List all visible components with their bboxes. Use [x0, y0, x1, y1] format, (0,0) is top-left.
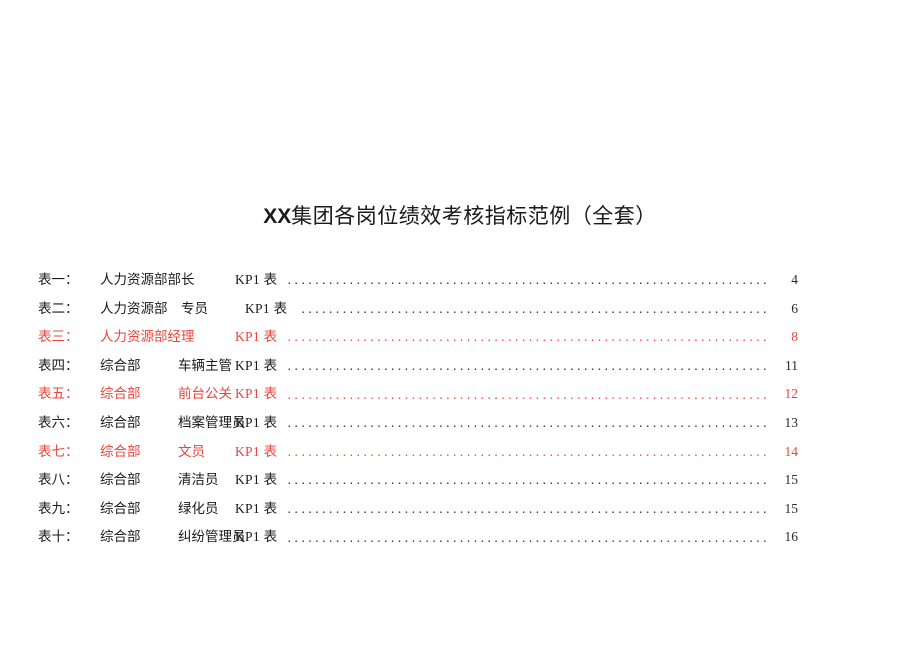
toc-entry[interactable]: 表八： 综合部 清洁员 KP1 表..........................…: [38, 466, 798, 495]
toc-entry-department: 人力资源部 专员: [100, 300, 208, 316]
toc-entry-label: 表八：: [38, 472, 79, 488]
toc-entry-page-number: 15: [784, 472, 799, 488]
toc-entry-page-number: 4: [791, 272, 798, 287]
toc-dot-leader: ........................................…: [287, 358, 767, 374]
toc-dot-leader: ........................................…: [287, 386, 767, 402]
toc-entry-kpi-label: KP1 表: [235, 529, 278, 545]
toc-entry-position: 清洁员: [178, 472, 219, 488]
toc-dot-leader: ........................................…: [287, 272, 767, 288]
toc-entry-position: 前台公关: [178, 386, 232, 402]
toc-dot-leader: ........................................…: [287, 472, 767, 488]
toc-entry-kpi-label: KP1 表: [235, 472, 278, 488]
toc-entry-kpi-label: KP1 表: [245, 300, 288, 316]
toc-entry-page-number: 6: [791, 300, 798, 316]
toc-entry-kpi-label: KP1 表: [235, 272, 278, 287]
toc-entry-label: 表九：: [38, 500, 79, 516]
toc-entry-department: 综合部: [100, 414, 141, 430]
toc-entry-kpi-label: KP1 表: [235, 386, 278, 402]
toc-entry[interactable]: 表九： 综合部 绿化员 KP1 表..........................…: [38, 495, 798, 524]
toc-entry[interactable]: 表一： 人力资源部部长 KP1 表.........................…: [38, 266, 798, 295]
toc-entry-position: 绿化员: [178, 500, 219, 516]
toc-entry-page-number: 12: [784, 386, 799, 402]
toc-entry-label: 表一：: [38, 272, 79, 287]
toc-dot-leader: ........................................…: [287, 501, 767, 517]
toc-entry-kpi-label: KP1 表: [235, 414, 278, 430]
toc-dot-leader: ........................................…: [287, 443, 767, 459]
toc-dot-leader: ........................................…: [287, 415, 767, 431]
toc-entry[interactable]: 表二： 人力资源部 专员 KP1 表........................…: [38, 295, 798, 324]
toc-entry-label: 表七：: [38, 443, 79, 459]
toc-entry-department: 综合部: [100, 529, 141, 545]
table-of-contents: 表一： 人力资源部部长 KP1 表.........................…: [38, 266, 798, 552]
toc-entry-kpi-label: KP1 表: [235, 500, 278, 516]
toc-entry-page-number: 14: [784, 443, 799, 459]
toc-dot-leader: ........................................…: [287, 529, 767, 545]
toc-entry[interactable]: 表十： 综合部 纠纷管理员 KP1 表........................…: [38, 523, 798, 552]
toc-entry-label: 表五：: [38, 386, 79, 402]
toc-entry-label: 表四：: [38, 357, 79, 373]
document-page: XX集团各岗位绩效考核指标范例（全套） 表一： 人力资源部部长 KP1 表.....…: [0, 0, 920, 651]
toc-entry-label: 表二：: [38, 300, 79, 316]
toc-entry[interactable]: 表七： 综合部 文员 KP1 表...........................…: [38, 438, 798, 467]
toc-entry-label: 表十：: [38, 529, 79, 545]
toc-entry[interactable]: 表四： 综合部 车辆主管 KP1 表.........................…: [38, 352, 798, 381]
toc-entry-position: 车辆主管: [178, 357, 232, 373]
toc-entry-department: 人力资源部经理: [100, 329, 195, 345]
toc-entry-department: 综合部: [100, 500, 141, 516]
toc-entry[interactable]: 表五： 综合部 前台公关 KP1 表.........................…: [38, 380, 798, 409]
toc-entry[interactable]: 表六： 综合部 档案管理员 KP1 表........................…: [38, 409, 798, 438]
toc-entry-label: 表六：: [38, 414, 79, 430]
toc-entry[interactable]: 表三： 人力资源部经理 KP1 表.........................…: [38, 323, 798, 352]
toc-entry-department: 人力资源部部长: [100, 272, 195, 287]
page-title-prefix: XX: [263, 205, 292, 228]
toc-entry-position: 文员: [178, 443, 205, 459]
page-title: XX集团各岗位绩效考核指标范例（全套）: [0, 202, 920, 231]
toc-entry-page-number: 8: [791, 329, 798, 345]
toc-entry-page-number: 11: [785, 357, 798, 373]
toc-entry-department: 综合部: [100, 472, 141, 488]
toc-entry-label: 表三：: [38, 329, 79, 345]
toc-entry-page-number: 13: [784, 414, 799, 430]
toc-dot-leader: ........................................…: [301, 300, 767, 316]
toc-entry-department: 综合部: [100, 386, 141, 402]
toc-entry-kpi-label: KP1 表: [235, 357, 278, 373]
toc-entry-page-number: 16: [784, 529, 799, 545]
toc-entry-kpi-label: KP1 表: [235, 443, 278, 459]
page-title-rest: 集团各岗位绩效考核指标范例（全套）: [291, 204, 657, 228]
toc-dot-leader: ........................................…: [287, 329, 767, 345]
toc-entry-kpi-label: KP1 表: [235, 329, 278, 345]
toc-entry-department: 综合部: [100, 443, 141, 459]
toc-entry-department: 综合部: [100, 357, 141, 373]
toc-entry-page-number: 15: [784, 500, 799, 516]
